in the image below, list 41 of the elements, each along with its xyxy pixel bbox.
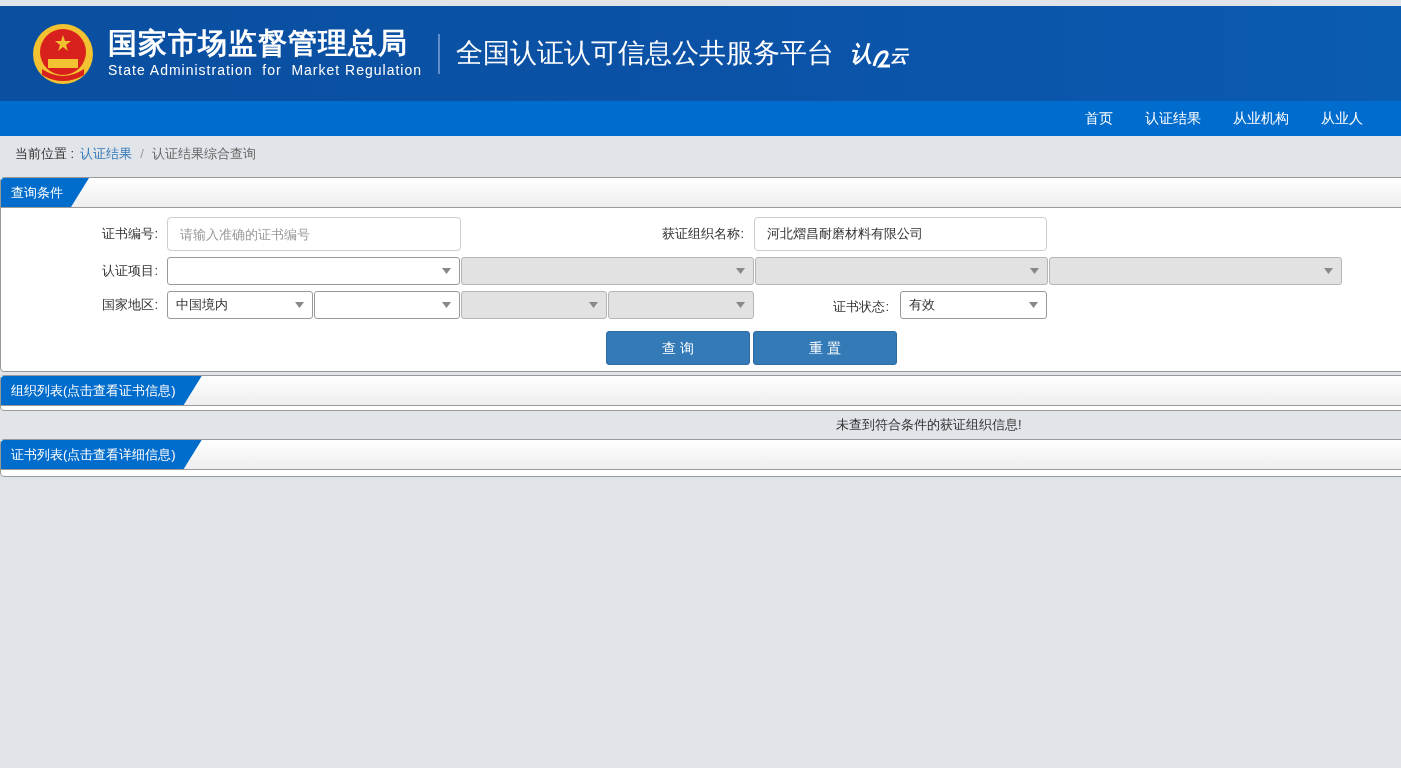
dropdown-caret-icon bbox=[1029, 302, 1038, 308]
dropdown-caret-icon bbox=[589, 302, 598, 308]
breadcrumb-current: 认证结果综合查询 bbox=[151, 145, 256, 164]
field-label: 证书状态: bbox=[832, 298, 890, 317]
field-label: 认证项目: bbox=[101, 262, 159, 281]
platform-title: 全国认证认可信息公共服务平台 bbox=[456, 37, 835, 71]
organization-name-input[interactable]: 河北熠昌耐磨材料有限公司 bbox=[754, 217, 1047, 251]
search-button[interactable]: 查 询 bbox=[606, 331, 750, 365]
field-label: 获证组织名称: bbox=[661, 225, 745, 244]
agency-name: 国家市场监督管理总局 bbox=[108, 26, 409, 60]
dropdown-caret-icon bbox=[736, 268, 745, 274]
nav-link[interactable]: 认证结果 bbox=[1145, 108, 1201, 129]
national-emblem-icon bbox=[32, 22, 94, 85]
dropdown-select[interactable] bbox=[314, 291, 460, 319]
dropdown-select[interactable]: 有效 bbox=[900, 291, 1047, 319]
dropdown-caret-icon bbox=[442, 302, 451, 308]
platform-logo: 认 云 bbox=[850, 40, 909, 70]
section-title: 查询条件 bbox=[1, 178, 89, 207]
select-value: 有效 bbox=[909, 296, 935, 315]
breadcrumb-label: 当前位置 : bbox=[15, 145, 75, 164]
dropdown-caret-icon bbox=[1324, 268, 1333, 274]
section-title: 组织列表(点击查看证书信息) bbox=[1, 376, 202, 405]
reset-button[interactable]: 重 置 bbox=[753, 331, 897, 365]
dropdown-caret-icon bbox=[442, 268, 451, 274]
dropdown-caret-icon bbox=[736, 302, 745, 308]
dropdown-select[interactable]: 中国境内 bbox=[167, 291, 313, 319]
field-label: 国家地区: bbox=[101, 296, 159, 315]
nav-link[interactable]: 从业机构 bbox=[1233, 108, 1289, 129]
select-value: 中国境内 bbox=[176, 296, 228, 315]
field-label: 证书编号: bbox=[101, 225, 159, 244]
dropdown-caret-icon bbox=[295, 302, 304, 308]
empty-result-message: 未查到符合条件的获证组织信息! bbox=[836, 416, 1022, 435]
dropdown-caret-icon bbox=[1030, 268, 1039, 274]
nav-link[interactable]: 首页 bbox=[1085, 108, 1113, 129]
breadcrumb-separator: / bbox=[140, 145, 144, 164]
certificate-number-input[interactable]: 请输入准确的证书编号 bbox=[167, 217, 461, 251]
agency-name-english: State Administration for Market Regulation bbox=[108, 61, 423, 80]
breadcrumb-link[interactable]: 认证结果 bbox=[80, 144, 133, 164]
dropdown-select[interactable] bbox=[167, 257, 460, 285]
section-title: 证书列表(点击查看详细信息) bbox=[1, 440, 202, 469]
nav-link[interactable]: 从业人 bbox=[1321, 108, 1363, 129]
